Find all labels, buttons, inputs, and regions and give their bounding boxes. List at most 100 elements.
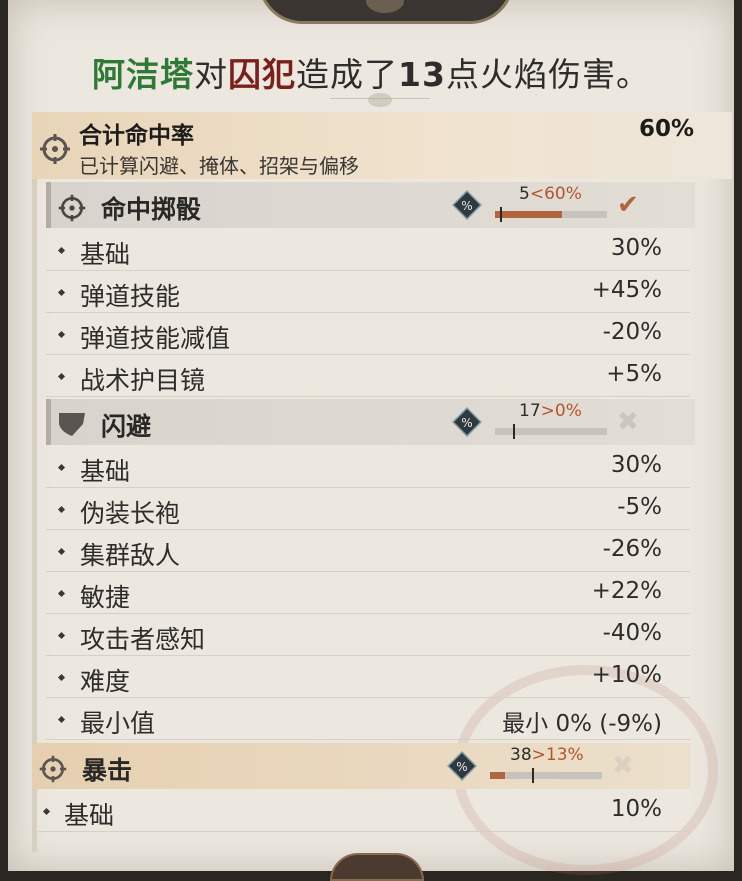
- cross-icon: ✖: [612, 751, 634, 781]
- row-value: +10%: [591, 662, 662, 688]
- bullet-icon: [57, 505, 66, 514]
- bullet-icon: [57, 463, 66, 472]
- bullet-icon: [57, 372, 66, 381]
- dodge-title: 闪避: [101, 412, 152, 441]
- hit-roll-label: 5<60%: [519, 184, 582, 204]
- list-item: 集群敌人 -26%: [46, 530, 690, 572]
- list-item: 弹道技能减值 -20%: [46, 313, 690, 355]
- bullet-icon: [57, 589, 66, 598]
- check-icon: ✔: [617, 190, 639, 220]
- dodge-label: 17>0%: [519, 401, 582, 421]
- svg-text:%: %: [461, 199, 472, 213]
- bullet-icon: [42, 807, 51, 816]
- bullet-icon: [57, 246, 66, 255]
- row-value: +22%: [591, 578, 662, 604]
- crit-bar: 38>13%: [490, 745, 605, 785]
- list-item: 敏捷 +22%: [46, 572, 690, 614]
- list-item: 战术护目镜 +5%: [46, 355, 690, 397]
- list-item: 难度 +10%: [46, 656, 690, 698]
- bullet-icon: [57, 715, 66, 724]
- row-label: 攻击者感知: [80, 625, 206, 654]
- row-value: -26%: [602, 536, 662, 562]
- list-item: 攻击者感知 -40%: [46, 614, 690, 656]
- bullet-icon: [57, 288, 66, 297]
- hit-roll-section[interactable]: 命中掷骰 % 5<60% ✔: [46, 182, 695, 228]
- row-label: 敏捷: [80, 583, 131, 612]
- dodge-track: [495, 424, 607, 439]
- crit-section[interactable]: 暴击 % 38>13% ✖: [32, 743, 690, 789]
- row-value: -5%: [617, 494, 662, 520]
- dodge-threshold: >0%: [540, 401, 582, 421]
- row-label: 弹道技能减值: [80, 324, 231, 353]
- damage-amount: 13: [398, 55, 446, 94]
- percent-die-icon: %: [451, 189, 483, 221]
- row-label: 基础: [80, 240, 131, 269]
- list-item: 弹道技能 +45%: [46, 271, 690, 313]
- row-label: 难度: [80, 667, 131, 696]
- bullet-icon: [57, 330, 66, 339]
- row-label: 基础: [80, 457, 131, 486]
- row-value: +45%: [591, 277, 662, 303]
- list-item: 基础 10%: [32, 790, 690, 832]
- crosshair-icon: [38, 132, 72, 170]
- target-name[interactable]: 囚犯: [228, 55, 296, 94]
- hit-roll-threshold: <60%: [529, 184, 582, 204]
- crosshair-icon: [57, 193, 87, 227]
- header-action: 造成了: [296, 55, 399, 94]
- hit-roll-number: 5: [519, 184, 530, 204]
- crosshair-icon: [38, 754, 68, 788]
- row-label: 战术护目镜: [80, 366, 206, 395]
- dodge-marker: [513, 424, 515, 439]
- list-item: 基础 30%: [46, 229, 690, 271]
- percent-die-icon: %: [446, 750, 478, 782]
- hit-roll-marker: [500, 207, 502, 222]
- bullet-icon: [57, 547, 66, 556]
- hit-roll-title: 命中掷骰: [101, 195, 202, 224]
- crit-label: 38>13%: [510, 745, 584, 765]
- top-ornament: [258, 0, 514, 24]
- aquila-icon: [368, 93, 392, 107]
- bottom-ornament: [330, 853, 424, 881]
- total-title: 合计命中率: [79, 123, 194, 149]
- total-subtitle: 已计算闪避、掩体、招架与偏移: [79, 154, 359, 178]
- row-label: 集群敌人: [80, 541, 181, 570]
- row-value: -20%: [602, 319, 662, 345]
- dodge-section[interactable]: 闪避 % 17>0% ✖: [46, 399, 695, 445]
- svg-text:%: %: [456, 760, 467, 774]
- row-label: 最小值: [80, 709, 156, 738]
- list-item: 最小值 最小 0% (-9%): [46, 698, 690, 740]
- crit-title: 暴击: [82, 756, 133, 785]
- cross-icon: ✖: [617, 407, 639, 437]
- skull-emblem-icon: [366, 0, 404, 13]
- row-value: 30%: [610, 235, 662, 261]
- total-value: 60%: [638, 116, 694, 142]
- row-label: 伪装长袍: [80, 499, 181, 528]
- list-item: 基础 30%: [46, 446, 690, 488]
- percent-die-icon: %: [451, 406, 483, 438]
- crit-roll-number: 38: [510, 745, 532, 765]
- crit-marker: [532, 768, 534, 783]
- actor-name[interactable]: 阿洁塔: [92, 55, 194, 94]
- bullet-icon: [57, 631, 66, 640]
- row-label: 基础: [64, 801, 115, 830]
- total-hit-chance-row: 合计命中率 已计算闪避、掩体、招架与偏移 60%: [32, 112, 732, 179]
- combat-log-header: 阿洁塔对囚犯造成了13点火焰伤害。: [0, 48, 742, 96]
- hit-roll-fill: [495, 211, 562, 218]
- crit-threshold: >13%: [531, 745, 584, 765]
- row-value: 30%: [610, 452, 662, 478]
- svg-text:%: %: [461, 416, 472, 430]
- header-word: 对: [194, 55, 229, 94]
- header-suffix: 点火焰伤害。: [445, 55, 650, 94]
- hit-roll-bar: 5<60%: [495, 184, 610, 224]
- row-value: 最小 0% (-9%): [502, 711, 662, 737]
- bullet-icon: [57, 673, 66, 682]
- shield-icon: [57, 410, 87, 442]
- list-item: 伪装长袍 -5%: [46, 488, 690, 530]
- hit-roll-track: [495, 207, 607, 222]
- dodge-roll-number: 17: [519, 401, 541, 421]
- row-value: +5%: [606, 361, 662, 387]
- row-value: -40%: [602, 620, 662, 646]
- dodge-bar: 17>0%: [495, 401, 610, 441]
- row-label: 弹道技能: [80, 282, 181, 311]
- row-value: 10%: [610, 796, 662, 822]
